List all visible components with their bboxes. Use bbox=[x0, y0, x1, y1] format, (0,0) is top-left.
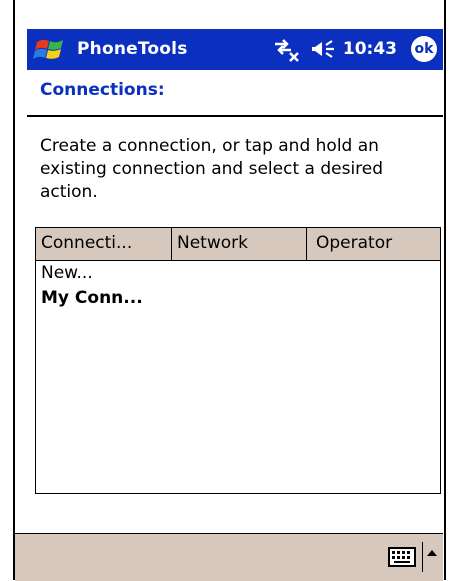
clock[interactable]: 10:43 bbox=[343, 39, 397, 59]
speaker-icon[interactable] bbox=[311, 38, 335, 60]
connections-list[interactable]: Connecti... Network Operator New... My C… bbox=[35, 227, 441, 494]
instructions-text: Create a connection, or tap and hold an … bbox=[40, 136, 384, 202]
title-bar: PhoneTools 10:43 ok bbox=[27, 29, 443, 70]
command-bar bbox=[15, 533, 443, 581]
list-item-new[interactable]: New... bbox=[36, 261, 440, 286]
ok-button[interactable]: ok bbox=[411, 36, 437, 62]
app-title: PhoneTools bbox=[77, 39, 188, 59]
connectivity-icon[interactable] bbox=[271, 36, 301, 62]
list-item-my-connection[interactable]: My Conn... bbox=[36, 286, 440, 311]
status-area: 10:43 ok bbox=[271, 36, 437, 62]
list-header: Connecti... Network Operator bbox=[36, 228, 440, 261]
sip-divider bbox=[422, 542, 423, 572]
column-header-network[interactable]: Network bbox=[172, 228, 307, 260]
keyboard-icon[interactable] bbox=[388, 547, 416, 567]
arrow-up-icon[interactable] bbox=[426, 548, 438, 558]
page-title: Connections: bbox=[40, 80, 165, 100]
heading-divider bbox=[27, 115, 443, 117]
column-header-connection[interactable]: Connecti... bbox=[36, 228, 172, 260]
column-header-operator[interactable]: Operator bbox=[307, 228, 440, 260]
windows-flag-icon[interactable] bbox=[33, 34, 67, 66]
